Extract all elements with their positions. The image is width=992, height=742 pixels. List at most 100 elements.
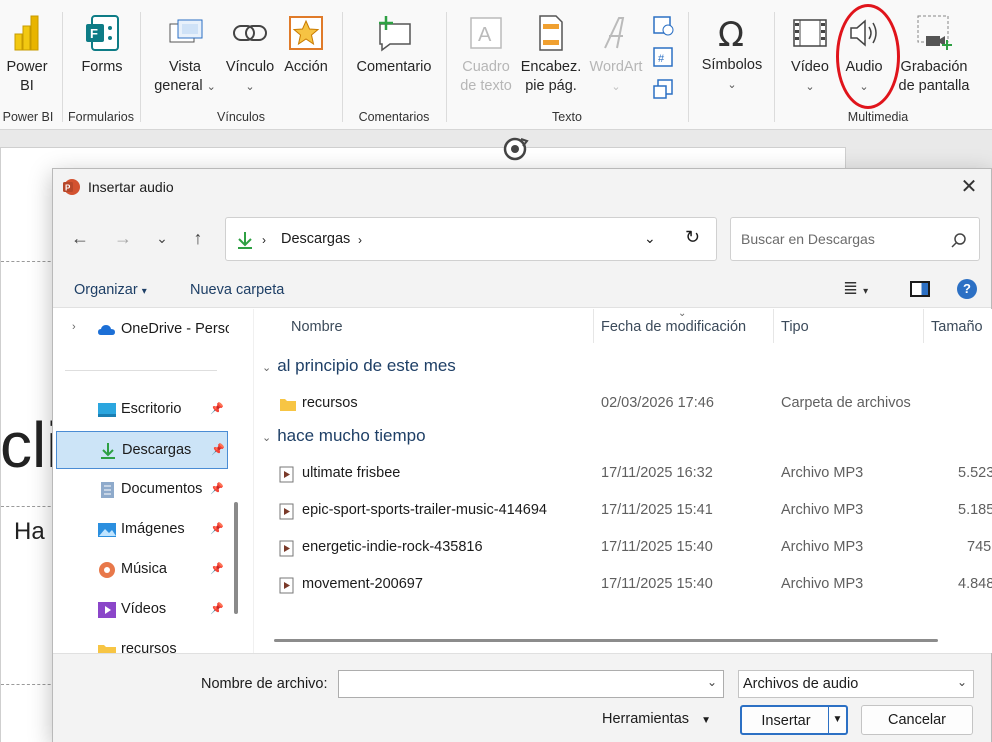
file-row[interactable]: ultimate frisbee 17/11/2025 16:32 Archiv… <box>254 457 992 491</box>
new-folder-button[interactable]: Nueva carpeta <box>190 282 284 298</box>
cancel-button[interactable]: Cancelar <box>861 705 973 735</box>
folder-icon <box>98 645 116 653</box>
refresh-button[interactable]: ↻ <box>685 227 700 248</box>
search-input[interactable]: Buscar en Descargas <box>741 231 875 247</box>
forward-button[interactable]: → <box>111 228 135 249</box>
film-icon <box>793 19 827 47</box>
pin-icon: 📌 <box>211 444 225 456</box>
dialog-titlebar: P Insertar audio ✕ <box>53 169 991 206</box>
wordart-icon <box>604 17 625 49</box>
simbolos-button[interactable]: Ω Símbolos ⌄ <box>696 14 768 94</box>
file-row[interactable]: movement-200697 17/11/2025 15:40 Archivo… <box>254 568 992 602</box>
group-header-this-month[interactable]: ⌄ al principio de este mes <box>262 356 456 376</box>
power-bi-icon <box>14 15 39 51</box>
object-icon <box>653 79 673 99</box>
svg-text:F: F <box>90 26 98 41</box>
file-list: Nombre ⌄ Fecha de modificación Tipo Tama… <box>253 308 992 653</box>
slide-number-button[interactable]: # <box>652 46 676 70</box>
text-box-icon: A <box>470 17 502 49</box>
chevron-down-icon: ⌄ <box>262 432 272 444</box>
group-separator <box>140 12 141 122</box>
close-button[interactable]: ✕ <box>957 175 981 199</box>
column-separator <box>593 309 594 343</box>
nav-item-documentos[interactable]: Documentos 📌 <box>56 471 228 509</box>
breadcrumb-chevron-icon: › <box>262 233 266 247</box>
video-button[interactable]: Vídeo ⌄ <box>784 14 836 96</box>
organize-button[interactable]: Organizar ▾ <box>74 282 147 298</box>
command-bar: Organizar ▾ Nueva carpeta ≣ ▾ ? <box>53 270 991 308</box>
forms-button[interactable]: F Forms <box>72 14 132 77</box>
wordart-button[interactable]: WordArt ⌄ <box>586 14 646 96</box>
file-row[interactable]: epic-sport-sports-trailer-music-414694 1… <box>254 494 992 528</box>
preview-pane-button[interactable] <box>910 281 930 297</box>
link-icon <box>233 25 267 41</box>
address-bar[interactable]: › Descargas › ⌄ ↻ <box>225 217 717 261</box>
powerpoint-icon: P <box>63 179 80 195</box>
power-bi-button[interactable]: Power BI <box>2 14 52 96</box>
highlight-circle <box>836 4 900 109</box>
nav-scrollbar[interactable] <box>234 502 238 614</box>
filename-input[interactable]: ⌄ <box>338 670 724 698</box>
column-header-size[interactable]: Tamaño <box>931 319 983 335</box>
filename-label: Nombre de archivo: <box>201 676 328 692</box>
back-button[interactable]: ← <box>68 228 92 249</box>
filetype-select[interactable]: Archivos de audio ⌄ <box>738 670 974 698</box>
recent-locations-button[interactable]: ⌄ <box>150 230 174 247</box>
chevron-down-icon[interactable]: ⌄ <box>707 675 717 689</box>
search-icon <box>951 233 966 248</box>
tools-button[interactable]: Herramientas ▼ <box>602 711 711 727</box>
comentario-button[interactable]: Comentario <box>352 14 436 77</box>
vista-general-button[interactable]: Vista general ⌄ <box>150 14 220 96</box>
file-row[interactable]: recursos 02/03/2026 17:46 Carpeta de arc… <box>254 387 992 421</box>
rotate-handle[interactable] <box>499 133 531 170</box>
navigation-pane: › OneDrive - Personal Escritorio 📌 Desca… <box>53 309 240 653</box>
chevron-down-icon: ⌄ <box>156 230 168 246</box>
group-separator <box>62 12 63 122</box>
grabacion-pantalla-button[interactable]: Grabación de pantalla <box>896 14 972 96</box>
dialog-footer: Nombre de archivo: ⌄ Archivos de audio ⌄… <box>53 653 991 742</box>
object-button[interactable] <box>652 78 676 102</box>
search-box[interactable]: Buscar en Descargas <box>730 217 980 261</box>
column-header-type[interactable]: Tipo <box>781 319 809 335</box>
arrow-up-icon: ↑ <box>193 228 203 248</box>
nav-item-recursos[interactable]: recursos <box>56 631 228 653</box>
nav-item-videos[interactable]: Vídeos 📌 <box>56 591 228 629</box>
horizontal-scrollbar[interactable] <box>274 639 938 642</box>
breadcrumb-descargas[interactable]: Descargas <box>281 231 350 247</box>
slide-subtitle-text: Ha <box>14 518 45 545</box>
encabezado-pie-button[interactable]: Encabez. pie pág. <box>518 14 584 96</box>
arrow-right-icon: → <box>114 228 132 248</box>
accion-button[interactable]: Acción <box>280 14 332 77</box>
insert-button[interactable]: Insertar ▼ <box>740 705 848 735</box>
action-star-icon <box>289 16 323 50</box>
nav-item-musica[interactable]: Música 📌 <box>56 551 228 589</box>
nav-item-onedrive[interactable]: › OneDrive - Personal <box>56 311 229 349</box>
downloads-icon <box>238 232 252 249</box>
audio-file-icon <box>279 577 294 594</box>
vinculo-button[interactable]: Vínculo ⌄ <box>222 14 278 96</box>
nav-item-escritorio[interactable]: Escritorio 📌 <box>56 391 228 429</box>
insert-dropdown-button[interactable]: ▼ <box>828 707 846 733</box>
up-button[interactable]: ↑ <box>186 228 210 249</box>
cloud-icon <box>98 325 115 335</box>
omega-symbol-icon: Ω <box>718 15 744 50</box>
breadcrumb-chevron-icon: › <box>358 233 362 247</box>
column-header-date[interactable]: Fecha de modificación <box>601 319 746 335</box>
group-separator <box>688 12 689 122</box>
folder-icon <box>280 399 296 411</box>
address-dropdown-button[interactable]: ⌄ <box>644 230 656 247</box>
nav-item-imagenes[interactable]: Imágenes 📌 <box>56 511 228 549</box>
help-button[interactable]: ? <box>957 279 977 299</box>
svg-text:#: # <box>658 53 665 65</box>
group-label-texto: Texto <box>552 110 582 124</box>
date-time-button[interactable] <box>652 14 676 38</box>
file-row[interactable]: energetic-indie-rock-435816 17/11/2025 1… <box>254 531 992 565</box>
insert-audio-dialog: P Insertar audio ✕ ← → ⌄ ↑ › Descargas ›… <box>52 168 992 742</box>
group-header-long-ago[interactable]: ⌄ hace mucho tiempo <box>262 426 426 446</box>
column-header-name[interactable]: Nombre <box>291 319 343 335</box>
desktop-icon <box>98 403 116 417</box>
ribbon: Power BI F Forms Vista general ⌄ Vínculo… <box>0 0 992 130</box>
view-options-button[interactable]: ≣ ▾ <box>843 278 868 299</box>
nav-item-descargas[interactable]: Descargas 📌 <box>56 431 228 469</box>
cuadro-texto-button[interactable]: A Cuadro de texto <box>456 14 516 96</box>
